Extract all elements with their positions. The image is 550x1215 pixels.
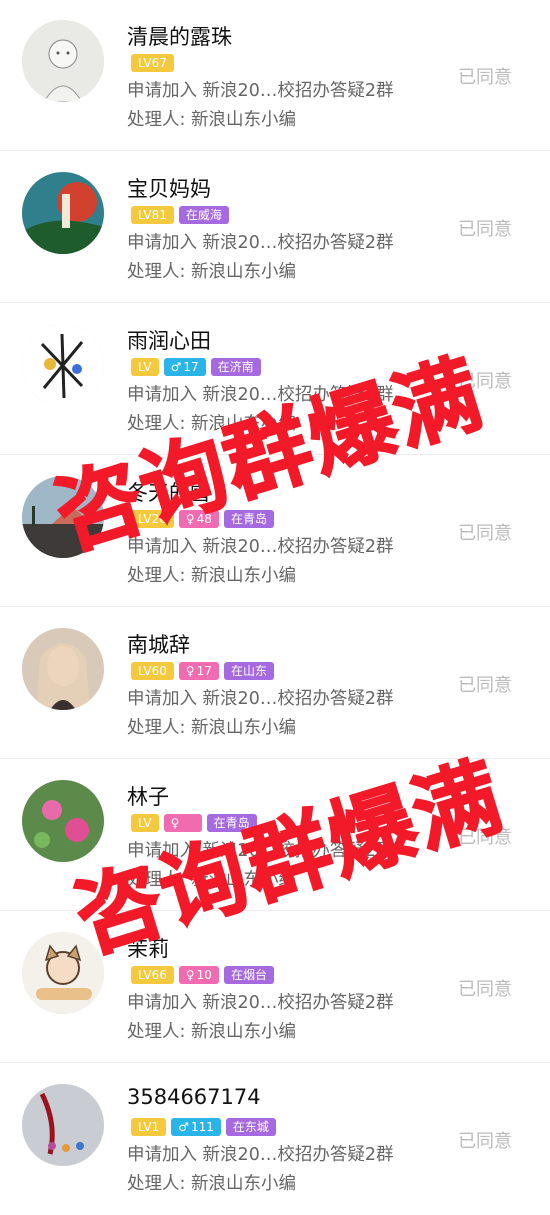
avatar[interactable] bbox=[22, 628, 104, 710]
request-text: 申请加入 新浪20…校招办答疑2群 bbox=[127, 841, 394, 861]
request-text: 申请加入 新浪20…校招办答疑2群 bbox=[127, 1145, 394, 1165]
user-tags: LV26 ♀ 48 在青岛 bbox=[131, 510, 274, 528]
user-name: 茉莉 bbox=[127, 937, 169, 961]
gender-age-badge: ♀ 17 bbox=[178, 662, 219, 680]
handler-text: 处理人: 新浪山东小编 bbox=[127, 566, 296, 586]
level-badge: LV26 bbox=[131, 510, 174, 528]
age-text: 10 bbox=[196, 968, 212, 982]
status-label: 已同意 bbox=[458, 523, 512, 544]
level-badge: LV1 bbox=[131, 1118, 167, 1136]
user-tags: LV66 ♀ 10 在烟台 bbox=[131, 966, 274, 984]
age-text: 48 bbox=[196, 512, 212, 526]
request-text: 申请加入 新浪20…校招办答疑2群 bbox=[127, 537, 394, 557]
list-item[interactable]: 雨润心田 LV ♂ 17 在济南 申请加入 新浪20…校招办答疑2群 处理人: 新… bbox=[0, 303, 550, 455]
user-tags: LV1 ♂ 111 在东城 bbox=[131, 1118, 276, 1136]
gender-age-badge: ♀ 10 bbox=[178, 966, 219, 984]
location-badge: 在青岛 bbox=[206, 814, 257, 832]
status-label: 已同意 bbox=[458, 219, 512, 240]
request-text: 申请加入 新浪20…校招办答疑2群 bbox=[127, 233, 394, 253]
list-item[interactable]: 冬天的雪 LV26 ♀ 48 在青岛 申请加入 新浪20…校招办答疑2群 处理人:… bbox=[0, 455, 550, 607]
location-badge: 在东城 bbox=[225, 1118, 276, 1136]
avatar[interactable] bbox=[22, 20, 104, 102]
location-badge: 在山东 bbox=[223, 662, 274, 680]
list-item[interactable]: 林子 LV ♀ 在青岛 申请加入 新浪20…校招办答疑2群 处理人: 新浪山东小… bbox=[0, 759, 550, 911]
request-text: 申请加入 新浪20…校招办答疑2群 bbox=[127, 689, 394, 709]
level-badge: LV60 bbox=[131, 662, 174, 680]
status-label: 已同意 bbox=[458, 827, 512, 848]
gender-age-badge: ♂ 17 bbox=[163, 358, 206, 376]
user-tags: LV ♂ 17 在济南 bbox=[131, 358, 261, 376]
list-item[interactable]: 3584667174 LV1 ♂ 111 在东城 申请加入 新浪20…校招办答疑2… bbox=[0, 1063, 550, 1215]
user-tags: LV ♀ 在青岛 bbox=[131, 814, 257, 832]
user-name: 雨润心田 bbox=[127, 329, 211, 353]
status-label: 已同意 bbox=[458, 67, 512, 88]
level-badge: LV81 bbox=[131, 206, 174, 224]
request-text: 申请加入 新浪20…校招办答疑2群 bbox=[127, 81, 394, 101]
female-icon: ♀ bbox=[170, 816, 180, 830]
handler-text: 处理人: 新浪山东小编 bbox=[127, 718, 296, 738]
avatar[interactable] bbox=[22, 324, 104, 406]
list-item[interactable]: 宝贝妈妈 LV81 在威海 申请加入 新浪20…校招办答疑2群 处理人: 新浪山… bbox=[0, 151, 550, 303]
user-tags: LV81 在威海 bbox=[131, 206, 229, 224]
list-item[interactable]: 清晨的露珠 LV67 申请加入 新浪20…校招办答疑2群 处理人: 新浪山东小编… bbox=[0, 0, 550, 151]
list-item[interactable]: 茉莉 LV66 ♀ 10 在烟台 申请加入 新浪20…校招办答疑2群 处理人: 新… bbox=[0, 911, 550, 1063]
age-text: 17 bbox=[196, 664, 212, 678]
handler-text: 处理人: 新浪山东小编 bbox=[127, 1174, 296, 1194]
status-label: 已同意 bbox=[458, 979, 512, 1000]
location-badge: 在威海 bbox=[178, 206, 229, 224]
female-icon: ♀ bbox=[185, 968, 195, 982]
avatar[interactable] bbox=[22, 172, 104, 254]
handler-text: 处理人: 新浪山东小编 bbox=[127, 1022, 296, 1042]
request-text: 申请加入 新浪20…校招办答疑2群 bbox=[127, 993, 394, 1013]
location-badge: 在青岛 bbox=[223, 510, 274, 528]
avatar[interactable] bbox=[22, 1084, 104, 1166]
handler-text: 处理人: 新浪山东小编 bbox=[127, 870, 296, 890]
handler-text: 处理人: 新浪山东小编 bbox=[127, 414, 296, 434]
level-badge: LV bbox=[131, 814, 159, 832]
user-name: 南城辞 bbox=[127, 633, 190, 657]
status-label: 已同意 bbox=[458, 1131, 512, 1152]
user-tags: LV60 ♀ 17 在山东 bbox=[131, 662, 274, 680]
user-name: 宝贝妈妈 bbox=[127, 177, 211, 201]
location-badge: 在济南 bbox=[210, 358, 261, 376]
level-badge: LV66 bbox=[131, 966, 174, 984]
user-name: 冬天的雪 bbox=[127, 481, 211, 505]
level-badge: LV67 bbox=[131, 54, 174, 72]
list-item[interactable]: 南城辞 LV60 ♀ 17 在山东 申请加入 新浪20…校招办答疑2群 处理人: … bbox=[0, 607, 550, 759]
age-text: 111 bbox=[190, 1120, 214, 1134]
male-icon: ♂ bbox=[178, 1120, 189, 1134]
female-icon: ♀ bbox=[185, 512, 195, 526]
location-badge: 在烟台 bbox=[223, 966, 274, 984]
level-badge: LV bbox=[131, 358, 159, 376]
age-text: 17 bbox=[183, 360, 199, 374]
user-name: 3584667174 bbox=[127, 1085, 261, 1109]
user-name: 清晨的露珠 bbox=[127, 25, 232, 49]
avatar[interactable] bbox=[22, 932, 104, 1014]
status-label: 已同意 bbox=[458, 371, 512, 392]
request-list: 清晨的露珠 LV67 申请加入 新浪20…校招办答疑2群 处理人: 新浪山东小编… bbox=[0, 0, 550, 1215]
avatar[interactable] bbox=[22, 780, 104, 862]
female-icon: ♀ bbox=[185, 664, 195, 678]
avatar[interactable] bbox=[22, 476, 104, 558]
user-name: 林子 bbox=[127, 785, 169, 809]
request-text: 申请加入 新浪20…校招办答疑2群 bbox=[127, 385, 394, 405]
handler-text: 处理人: 新浪山东小编 bbox=[127, 262, 296, 282]
handler-text: 处理人: 新浪山东小编 bbox=[127, 110, 296, 130]
gender-age-badge: ♀ 48 bbox=[178, 510, 219, 528]
status-label: 已同意 bbox=[458, 675, 512, 696]
gender-age-badge: ♀ bbox=[163, 814, 202, 832]
gender-age-badge: ♂ 111 bbox=[171, 1118, 221, 1136]
male-icon: ♂ bbox=[170, 360, 182, 374]
user-tags: LV67 bbox=[131, 54, 174, 72]
